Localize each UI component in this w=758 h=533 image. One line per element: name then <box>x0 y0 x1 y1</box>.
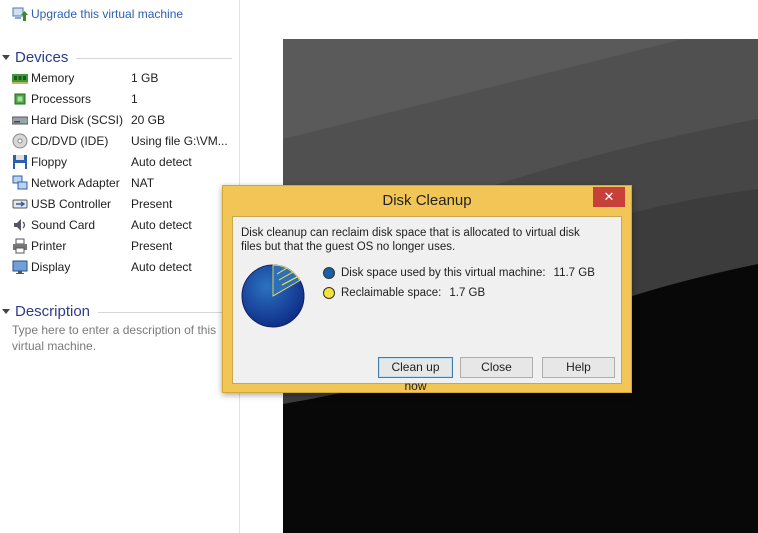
description-title: Description <box>15 302 91 320</box>
network-adapter-icon <box>12 175 28 191</box>
device-value: Using file G:\VM... <box>131 133 228 148</box>
device-row-printer[interactable]: Printer Present <box>12 235 238 256</box>
device-row-processors[interactable]: Processors 1 <box>12 88 238 109</box>
device-value: Present <box>131 238 173 253</box>
upgrade-vm-link[interactable]: Upgrade this virtual machine <box>12 5 183 23</box>
device-name: CD/DVD (IDE) <box>31 133 109 148</box>
device-value: 1 GB <box>131 70 159 85</box>
printer-icon <box>12 238 28 254</box>
device-row-hard-disk[interactable]: Hard Disk (SCSI) 20 GB <box>11 109 238 130</box>
device-value: NAT <box>131 175 155 190</box>
clean-up-now-button[interactable]: Clean up now <box>378 357 453 393</box>
dialog-close-button[interactable]: ✕ <box>593 187 625 207</box>
device-value: Present <box>131 196 173 211</box>
reclaimable-space-swatch <box>323 287 335 299</box>
device-name: Floppy <box>31 154 68 169</box>
device-name: Sound Card <box>31 217 96 232</box>
processor-icon <box>12 91 28 107</box>
disk-usage-pie-icon <box>241 264 305 328</box>
reclaimable-space-legend: Reclaimable space: 1.7 GB <box>323 285 485 301</box>
reclaimable-space-value: 1.7 GB <box>449 287 486 299</box>
device-list: Memory 1 GB Processors 1 Hard Disk (SCSI… <box>11 67 238 277</box>
device-value: Auto detect <box>131 259 192 274</box>
upgrade-link-label: Upgrade this virtual machine <box>31 7 184 21</box>
upgrade-icon <box>12 6 28 22</box>
used-space-value: 11.7 GB <box>553 267 595 279</box>
devices-title: Devices <box>15 48 69 66</box>
collapse-arrow-icon <box>2 54 10 60</box>
device-row-floppy[interactable]: Floppy Auto detect <box>12 151 238 172</box>
device-value: 1 <box>131 91 138 106</box>
collapse-arrow-icon <box>2 308 10 314</box>
floppy-icon <box>12 154 28 170</box>
dialog-body: Disk cleanup can reclaim disk space that… <box>232 216 622 393</box>
used-space-legend: Disk space used by this virtual machine:… <box>323 265 595 281</box>
device-name: Display <box>31 259 71 274</box>
close-button[interactable]: Close <box>460 357 533 378</box>
device-value: Auto detect <box>131 217 192 232</box>
section-divider <box>76 58 232 59</box>
device-name: USB Controller <box>31 196 112 211</box>
device-name: Processors <box>31 91 92 106</box>
section-divider <box>98 312 232 313</box>
used-space-label: Disk space used by this virtual machine: <box>341 267 546 279</box>
device-name: Printer <box>31 238 67 253</box>
disk-cleanup-dialog: Disk Cleanup ✕ Disk cleanup can reclaim … <box>222 185 632 393</box>
hard-disk-icon <box>11 112 29 128</box>
device-row-usb-controller[interactable]: USB Controller Present <box>12 193 238 214</box>
device-row-cd-dvd[interactable]: CD/DVD (IDE) Using file G:\VM... <box>12 130 238 151</box>
device-row-memory[interactable]: Memory 1 GB <box>12 67 238 88</box>
help-button[interactable]: Help <box>542 357 615 378</box>
dialog-message: Disk cleanup can reclaim disk space that… <box>241 227 580 253</box>
reclaimable-space-label: Reclaimable space: <box>341 287 442 299</box>
device-name: Hard Disk (SCSI) <box>31 112 124 127</box>
device-value: Auto detect <box>131 154 192 169</box>
device-name: Memory <box>31 70 75 85</box>
devices-section-header[interactable]: Devices <box>0 46 232 68</box>
sound-card-icon <box>12 217 28 233</box>
dialog-title: Disk Cleanup <box>382 192 472 209</box>
usb-icon <box>12 196 28 212</box>
description-input[interactable]: Type here to enter a description of this… <box>12 322 227 354</box>
vm-details-panel: Upgrade this virtual machine Devices Mem… <box>0 0 240 533</box>
device-name: Network Adapter <box>31 175 120 190</box>
device-row-sound-card[interactable]: Sound Card Auto detect <box>12 214 238 235</box>
device-value: 20 GB <box>131 112 166 127</box>
device-row-network-adapter[interactable]: Network Adapter NAT <box>12 172 238 193</box>
cd-dvd-icon <box>12 133 28 149</box>
used-space-swatch <box>323 267 335 279</box>
description-section-header[interactable]: Description <box>0 300 232 322</box>
display-icon <box>12 259 28 275</box>
device-row-display[interactable]: Display Auto detect <box>12 256 238 277</box>
memory-icon <box>12 70 28 86</box>
